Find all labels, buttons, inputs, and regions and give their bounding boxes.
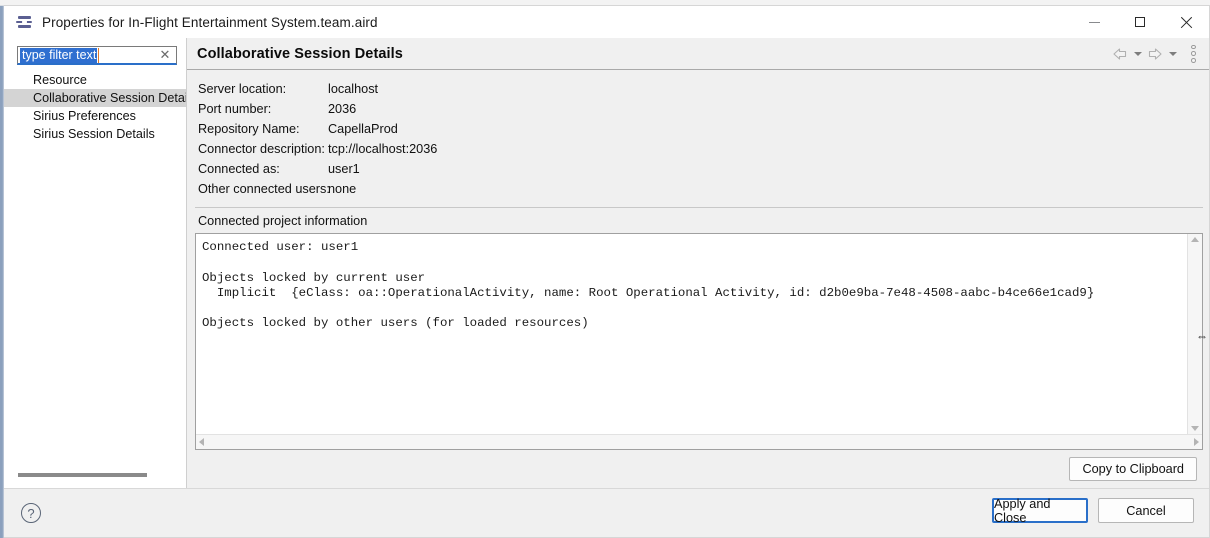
tree-item-sirius-session-details[interactable]: Sirius Session Details xyxy=(4,125,186,143)
application-window: Properties for In-Flight Entertainment S… xyxy=(0,0,1210,538)
dialog-title: Properties for In-Flight Entertainment S… xyxy=(42,15,378,30)
footer-buttons: Apply and Close Cancel xyxy=(992,498,1194,523)
property-value-port-number: 2036 xyxy=(328,99,1203,119)
property-label-other-connected-users: Other connected users: xyxy=(198,179,328,199)
page-content: Server location: localhost Port number: … xyxy=(187,70,1209,488)
page-title: Collaborative Session Details xyxy=(197,46,403,62)
text-caret xyxy=(98,48,100,63)
dialog-title-bar: Properties for In-Flight Entertainment S… xyxy=(4,6,1209,38)
properties-icon xyxy=(16,14,32,30)
page-header: Collaborative Session Details xyxy=(187,38,1209,70)
maximize-icon xyxy=(1135,17,1145,27)
connected-project-information-textarea[interactable]: Connected user: user1 Objects locked by … xyxy=(195,233,1203,450)
tree-item-collaborative-session-detail[interactable]: Collaborative Session Detail xyxy=(4,89,186,107)
dialog-footer: ? Apply and Close Cancel xyxy=(4,488,1209,537)
clear-filter-icon[interactable]: ✕ xyxy=(159,48,171,62)
window-controls xyxy=(1071,6,1209,38)
property-label-connector-description: Connector description: xyxy=(198,139,328,159)
connected-project-information-label: Connected project information xyxy=(198,214,1203,228)
property-value-server-location: localhost xyxy=(328,79,1203,99)
scroll-right-icon[interactable] xyxy=(1194,438,1199,446)
filter-field[interactable]: type filter text ✕ xyxy=(17,46,177,65)
view-menu-icon[interactable] xyxy=(1185,45,1201,63)
minimize-button[interactable] xyxy=(1071,6,1117,38)
scrollbar-thumb[interactable] xyxy=(18,473,147,477)
session-properties-list: Server location: localhost Port number: … xyxy=(198,79,1203,199)
forward-history-chevron-down-icon[interactable] xyxy=(1166,46,1179,62)
textarea-horizontal-scrollbar[interactable] xyxy=(196,434,1202,449)
property-value-other-connected-users: none xyxy=(328,179,1203,199)
console-output-text: Connected user: user1 Objects locked by … xyxy=(196,234,1187,434)
property-label-port-number: Port number: xyxy=(198,99,328,119)
maximize-button[interactable] xyxy=(1117,6,1163,38)
back-history-chevron-down-icon[interactable] xyxy=(1131,46,1144,62)
tree-item-sirius-preferences[interactable]: Sirius Preferences xyxy=(4,107,186,125)
scroll-down-icon[interactable] xyxy=(1191,426,1199,431)
filter-input[interactable]: type filter text xyxy=(20,48,97,63)
close-button[interactable] xyxy=(1163,6,1209,38)
property-label-repository-name: Repository Name: xyxy=(198,119,328,139)
property-label-server-location: Server location: xyxy=(198,79,328,99)
tree-horizontal-scrollbar[interactable] xyxy=(10,470,180,482)
dialog-resize-handle-icon[interactable]: ⇔ xyxy=(1196,330,1208,342)
property-value-connector-description: tcp://localhost:2036 xyxy=(328,139,1203,159)
cancel-button[interactable]: Cancel xyxy=(1098,498,1194,523)
preference-tree: Resource Collaborative Session Detail Si… xyxy=(4,71,186,470)
page-toolbar xyxy=(1111,38,1201,69)
property-value-connected-as: user1 xyxy=(328,159,1203,179)
preference-page: Collaborative Session Details xyxy=(187,38,1209,488)
back-arrow-icon[interactable] xyxy=(1111,46,1129,62)
copy-to-clipboard-button[interactable]: Copy to Clipboard xyxy=(1069,457,1197,481)
section-divider xyxy=(195,207,1203,208)
scroll-left-icon[interactable] xyxy=(199,438,204,446)
close-icon xyxy=(1180,16,1192,28)
apply-and-close-button[interactable]: Apply and Close xyxy=(992,498,1088,523)
copy-button-row: Copy to Clipboard xyxy=(195,450,1203,488)
forward-arrow-icon[interactable] xyxy=(1146,46,1164,62)
preference-tree-panel: type filter text ✕ Resource Collaborativ… xyxy=(4,38,187,488)
property-value-repository-name: CapellaProd xyxy=(328,119,1203,139)
help-icon[interactable]: ? xyxy=(21,503,41,523)
properties-dialog: Properties for In-Flight Entertainment S… xyxy=(4,5,1210,538)
dialog-body: type filter text ✕ Resource Collaborativ… xyxy=(4,38,1209,488)
minimize-icon xyxy=(1089,22,1100,23)
property-label-connected-as: Connected as: xyxy=(198,159,328,179)
tree-item-resource[interactable]: Resource xyxy=(4,71,186,89)
scroll-up-icon[interactable] xyxy=(1191,237,1199,242)
